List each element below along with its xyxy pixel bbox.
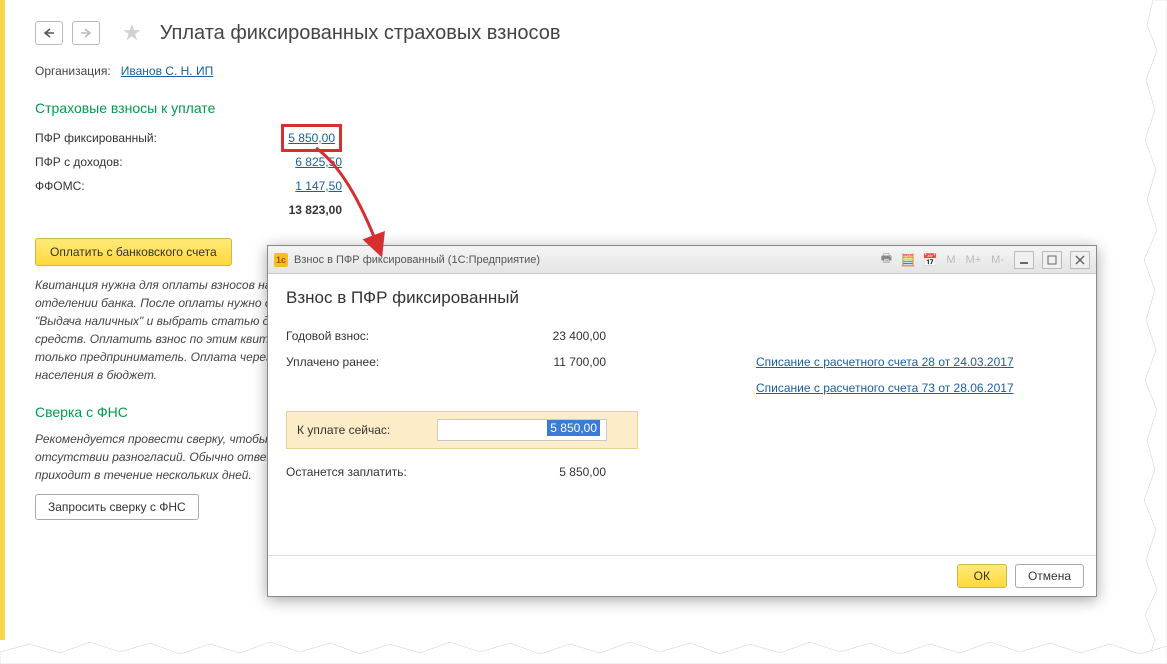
dialog-titlebar: 1c Взнос в ПФР фиксированный (1С:Предпри… (268, 246, 1096, 274)
due-now-input[interactable]: 5 850,00 (437, 419, 607, 441)
writeoff-link[interactable]: Списание с расчетного счета 73 от 28.06.… (756, 381, 1014, 395)
contrib-value-link[interactable]: 1 147,50 (295, 179, 342, 193)
table-row: ПФР фиксированный: 5 850,00 (35, 126, 350, 150)
minimize-icon (1019, 255, 1029, 265)
favorite-star-icon[interactable]: ★ (122, 20, 142, 46)
m-indicator: M (944, 254, 957, 266)
page-title: Уплата фиксированных страховых взносов (160, 22, 561, 45)
organization-link[interactable]: Иванов С. Н. ИП (121, 64, 213, 78)
calculator-icon[interactable]: 🧮 (900, 252, 916, 268)
table-row: ПФР с доходов: 6 825,50 (35, 150, 350, 174)
remaining-label: Останется заплатить: (286, 465, 486, 479)
writeoff-link[interactable]: Списание с расчетного счета 28 от 24.03.… (756, 355, 1014, 369)
m-plus-indicator: M+ (964, 254, 984, 266)
contrib-value-link[interactable]: 6 825,50 (295, 155, 342, 169)
request-reconcile-button[interactable]: Запросить сверку с ФНС (35, 494, 199, 520)
contribution-detail-dialog: 1c Взнос в ПФР фиксированный (1С:Предпри… (267, 245, 1097, 597)
contrib-label: ПФР с доходов: (35, 150, 255, 174)
contrib-total: 13 823,00 (255, 198, 350, 222)
annual-contribution-value: 23 400,00 (486, 329, 626, 343)
ok-button[interactable]: ОК (957, 564, 1007, 588)
arrow-right-icon (80, 28, 92, 38)
pay-from-bank-button[interactable]: Оплатить с банковского счета (35, 238, 232, 266)
contributions-table: ПФР фиксированный: 5 850,00 ПФР с доходо… (35, 126, 350, 222)
window-close-button[interactable] (1070, 251, 1090, 269)
arrow-left-icon (43, 28, 55, 38)
close-icon (1075, 255, 1085, 265)
due-now-row: К уплате сейчас: 5 850,00 (286, 411, 638, 449)
table-row-total: 13 823,00 (35, 198, 350, 222)
window-minimize-button[interactable] (1014, 251, 1034, 269)
organization-label: Организация: (35, 64, 111, 78)
window-maximize-button[interactable] (1042, 251, 1062, 269)
contrib-label: ПФР фиксированный: (35, 126, 255, 150)
remaining-value: 5 850,00 (486, 465, 626, 479)
nav-back-button[interactable] (35, 21, 63, 45)
paid-earlier-value: 11 700,00 (486, 355, 626, 369)
m-minus-indicator: M- (989, 254, 1006, 266)
contrib-value-link[interactable]: 5 850,00 (288, 131, 335, 145)
dialog-heading: Взнос в ПФР фиксированный (286, 288, 1078, 308)
maximize-icon (1047, 255, 1057, 265)
calendar-icon[interactable]: 📅 (922, 252, 938, 268)
due-now-label: К уплате сейчас: (297, 423, 437, 437)
contrib-label: ФФОМС: (35, 174, 255, 198)
nav-forward-button[interactable] (72, 21, 100, 45)
contributions-heading: Страховые взносы к уплате (35, 100, 1137, 116)
cancel-button[interactable]: Отмена (1015, 564, 1084, 588)
paid-earlier-label: Уплачено ранее: (286, 355, 486, 369)
annual-contribution-label: Годовой взнос: (286, 329, 486, 343)
dialog-window-title: Взнос в ПФР фиксированный (1С:Предприяти… (294, 254, 540, 266)
app-1c-icon: 1c (274, 253, 288, 267)
print-icon[interactable]: 🖶 (878, 252, 894, 268)
table-row: ФФОМС: 1 147,50 (35, 174, 350, 198)
